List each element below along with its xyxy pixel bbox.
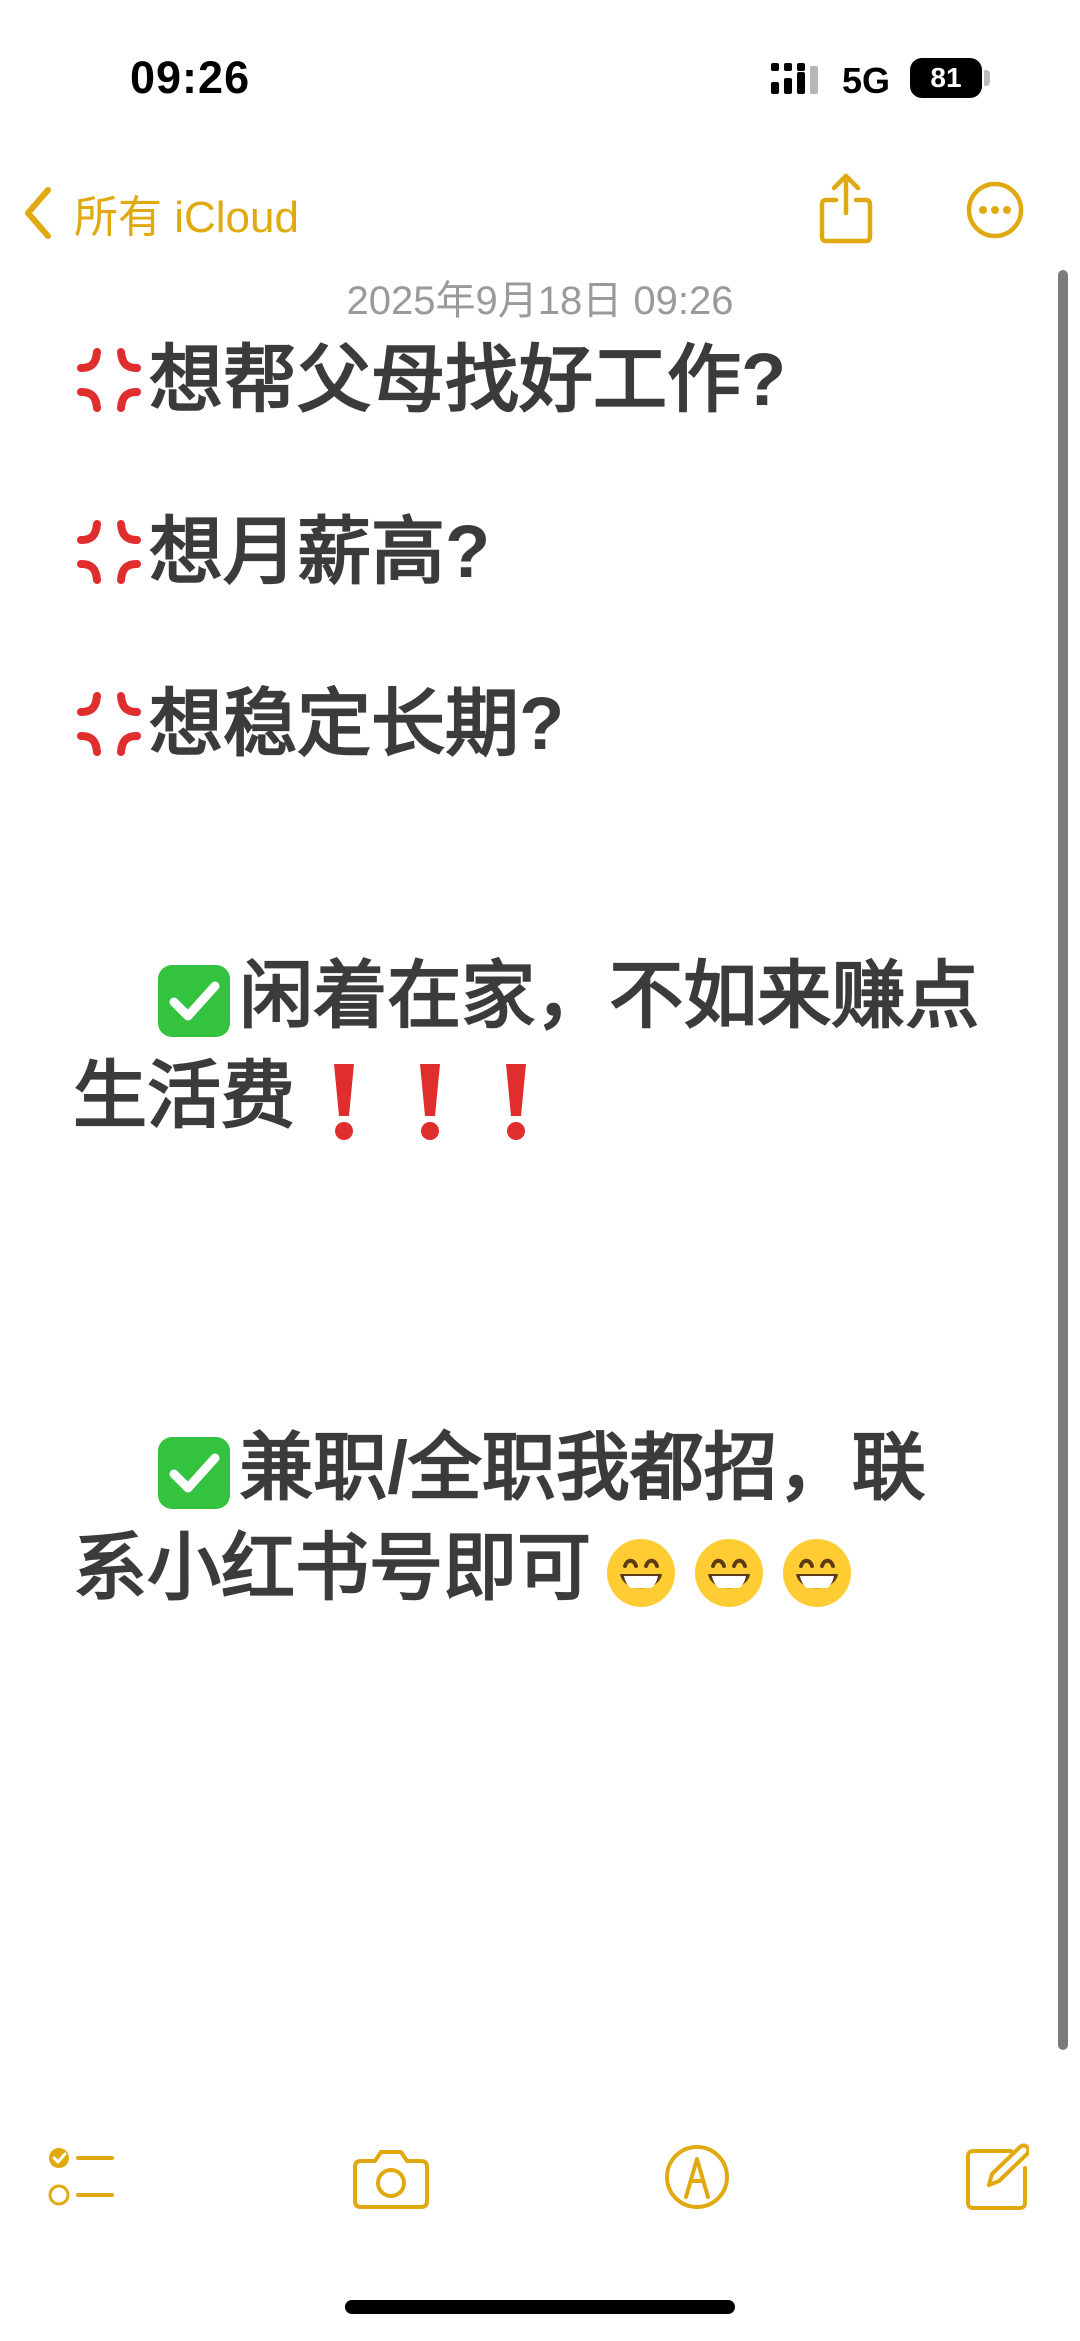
scrollbar[interactable] [1058,270,1068,2050]
compose-icon[interactable] [965,2143,1029,2211]
grin-icon [607,1539,675,1608]
chevron-left-icon [25,187,51,239]
grin-icon [695,1539,763,1608]
signal-icon [771,63,818,94]
battery-indicator: 81 [910,58,982,98]
note-line: 闲着在家，不如来赚点生活费 [73,846,993,1246]
check-icon [158,965,231,1038]
camera-icon[interactable] [353,2143,429,2211]
note-line: 想稳定长期? [73,674,993,774]
note-line: 兼职/全职我都招，联系小红书号即可 [73,1318,993,1718]
battery-cap [984,70,990,86]
note-line-text: 想月薪高? [149,510,491,593]
home-indicator[interactable] [345,2300,735,2314]
network-label: 5G [842,60,891,101]
note-line: 想月薪高? [73,502,993,602]
note-line-text: 想稳定长期? [149,682,565,765]
navigation-bar: 所有 iCloud [0,160,1080,270]
exclamation-icon [506,1064,526,1141]
checklist-icon[interactable] [46,2143,118,2211]
exclamation-icon [420,1064,440,1141]
note-body[interactable]: 想帮父母找好工作? 想月薪高? 想稳定长期? 闲着在家，不如来赚点生活费 兼职/… [73,330,993,1718]
markup-icon[interactable] [662,2143,732,2211]
status-time: 09:26 [130,52,251,103]
bottom-toolbar [0,2125,1080,2235]
back-button[interactable]: 所有 iCloud [22,178,299,248]
note-date: 2025年9月18日 09:26 [346,279,734,323]
status-bar: 09:26 5G 81 [0,0,1080,160]
back-button-label: 所有 iCloud [74,193,299,242]
share-icon[interactable] [818,170,874,244]
exclamation-icon [334,1064,354,1141]
check-icon [158,1437,231,1510]
note-line-text: 想帮父母找好工作? [149,338,787,421]
anger-icon [77,348,141,412]
note-line: 想帮父母找好工作? [73,330,993,430]
grin-icon [783,1539,851,1608]
anger-icon [77,692,141,756]
more-options-icon[interactable] [965,180,1025,240]
anger-icon [77,520,141,584]
